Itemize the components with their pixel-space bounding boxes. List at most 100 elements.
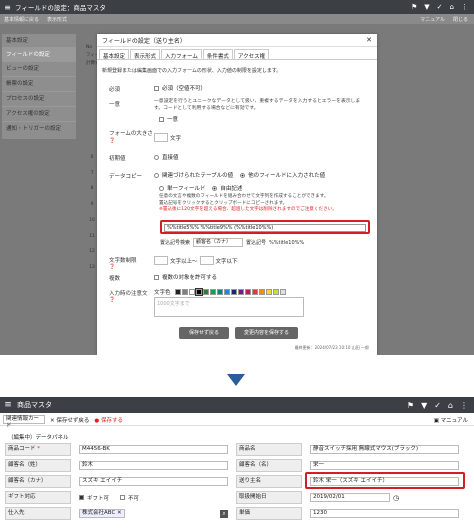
clock-icon[interactable]: ◷ <box>393 494 399 502</box>
unique-label: 一意 <box>109 102 121 108</box>
field-input[interactable]: M4456-BK <box>79 445 228 454</box>
manual-link[interactable]: マニュアル <box>420 16 445 23</box>
gift-ok-checkbox[interactable] <box>79 495 84 500</box>
copy-other-field-radio[interactable] <box>240 172 246 178</box>
filter-icon[interactable]: ▼ <box>424 3 429 11</box>
sidebar-item-process[interactable]: プロセスの設定 <box>2 92 76 107</box>
multiple-checkbox[interactable] <box>154 274 159 280</box>
init-radio[interactable] <box>154 154 159 160</box>
search-icon[interactable]: ⌕ <box>220 509 228 518</box>
field-input[interactable]: 1230 <box>310 509 459 518</box>
home-icon[interactable]: ⌂ <box>450 3 454 11</box>
field-cell: 2019/02/01 ◷ <box>302 491 467 504</box>
record-pin-icon[interactable]: ⚑ <box>407 401 414 410</box>
color-swatch[interactable] <box>251 289 258 295</box>
top-screenshot: ≡ フィールドの設定：商品マスタ ⚑ ▼ ✓ ⌂ ⋮ 基本情報に戻る 表示形式 … <box>0 0 474 355</box>
color-swatch[interactable] <box>237 289 244 295</box>
field-label: 取扱開始日 <box>236 491 302 504</box>
down-arrow-icon <box>227 374 245 386</box>
gift-ng-checkbox[interactable] <box>120 495 126 500</box>
color-swatch[interactable] <box>223 289 230 295</box>
sidebar-item-report[interactable]: 帳票の設定 <box>2 77 76 92</box>
sidebar-item-basic[interactable]: 基本設定 <box>2 34 76 48</box>
field-input[interactable]: スズキ エイイチ <box>79 477 228 486</box>
color-swatch[interactable] <box>188 289 195 295</box>
save-button[interactable]: 変更内容を保存する <box>235 327 298 339</box>
record-cancel-link[interactable]: ✕ 保存せず戻る <box>50 416 89 424</box>
sidebar: 基本設定 フィールドの設定 ビューの設定 帳票の設定 プロセスの設定 アクセス権… <box>2 34 76 139</box>
record-check-icon[interactable]: ✓ <box>434 401 441 410</box>
color-swatch[interactable] <box>181 289 188 295</box>
tab-display[interactable]: 表示形式 <box>130 49 161 60</box>
color-swatch[interactable] <box>202 289 209 295</box>
sidebar-item-field[interactable]: フィールドの設定 <box>2 48 76 62</box>
sidebar-item-view[interactable]: ビューの設定 <box>2 62 76 77</box>
color-swatch[interactable] <box>230 289 237 295</box>
color-swatch[interactable] <box>244 289 251 295</box>
field-cell: ギフト可 不可 <box>71 491 236 504</box>
sidebar-item-notify[interactable]: 通知・トリガーの設定 <box>2 122 76 137</box>
field-input[interactable]: 静音スイッチ採用 無線式マウス(ブラック) <box>310 445 459 454</box>
tab-condition[interactable]: 条件書式 <box>202 49 233 60</box>
single-field-radio[interactable] <box>159 185 164 191</box>
unique-checkbox[interactable] <box>159 116 164 122</box>
color-swatch[interactable] <box>209 289 216 295</box>
field-cell: M4456-BK <box>71 443 236 456</box>
field-input[interactable]: 2019/02/01 <box>310 493 390 502</box>
color-swatch[interactable] <box>216 289 223 295</box>
record-save-link[interactable]: ● 保存する <box>94 416 123 424</box>
hint-textarea[interactable]: 1000文字まで <box>154 297 304 317</box>
sidebar-item-access[interactable]: アクセス権の設定 <box>2 107 76 122</box>
record-filter-icon[interactable]: ▼ <box>421 401 427 410</box>
field-input[interactable]: 鈴木 <box>79 461 228 470</box>
menu-icon[interactable]: ≡ <box>3 3 12 12</box>
copy-value-highlight: %%title5%% %%title9%% (%%title10%%) <box>160 220 370 234</box>
form-size-input[interactable] <box>154 133 168 142</box>
record-menu-icon[interactable]: ≡ <box>3 400 13 410</box>
help-icon-3: ❓ <box>109 297 116 303</box>
record-app-bar: ≡ 商品マスタ ⚑ ▼ ✓ ⌂ ⋮ <box>0 397 474 413</box>
record-more-icon[interactable]: ⋮ <box>460 401 468 410</box>
tab-display[interactable]: 表示形式 <box>47 16 67 23</box>
record-home-icon[interactable]: ⌂ <box>448 401 453 410</box>
record-toolbar: 関連情報カード ✕ 保存せず戻る ● 保存する ▣ マニュアル <box>0 414 474 429</box>
color-swatch[interactable] <box>258 289 265 295</box>
color-swatch[interactable] <box>174 289 181 295</box>
tab-input-form[interactable]: 入力フォーム <box>161 49 202 60</box>
close-link[interactable]: 閉じる <box>453 16 468 23</box>
copy-related-radio[interactable] <box>154 172 159 178</box>
record-manual-link[interactable]: ▣ マニュアル <box>434 416 474 424</box>
check-icon[interactable]: ✓ <box>437 3 443 11</box>
symbol-value[interactable]: %%title10%% <box>269 240 304 246</box>
top-tabstrip: 基本情報に戻る 表示形式 マニュアル 閉じる <box>0 14 474 24</box>
record-row: ギフト対応 ギフト可 不可 取扱開始日 2019/02/01 ◷ <box>5 491 467 504</box>
top-title: フィールドの設定：商品マスタ <box>15 4 106 12</box>
more-icon[interactable]: ⋮ <box>461 3 468 11</box>
color-swatch[interactable] <box>194 288 203 296</box>
field-input[interactable]: 栄一 <box>310 461 459 470</box>
color-swatch[interactable] <box>272 289 279 295</box>
symbol-search-input[interactable]: 顧客名（カナ） <box>193 238 244 247</box>
cancel-button[interactable]: 保存せず戻る <box>179 327 229 339</box>
color-swatch[interactable] <box>279 289 286 295</box>
dialog-close-icon[interactable]: ✕ <box>366 36 372 44</box>
field-cell: スズキ エイイチ <box>71 475 236 488</box>
field-cell: 鈴木 <box>71 459 236 472</box>
free-text-radio[interactable] <box>212 185 218 191</box>
field-label: 顧客名（名） <box>236 459 302 472</box>
tab-access[interactable]: アクセス権 <box>233 49 270 60</box>
copy-desc: 任意の文言や複数のフィールドを組み合わせて文字列を作成することができます。 置込… <box>159 194 337 212</box>
max-length-input[interactable] <box>199 256 214 265</box>
related-card-select[interactable]: 関連情報カード <box>3 415 45 429</box>
tab-basic[interactable]: 基本設定 <box>99 49 130 60</box>
color-swatch[interactable] <box>265 289 272 295</box>
field-label: 商品コード * <box>5 443 71 456</box>
copy-value-input[interactable]: %%title5%% %%title9%% (%%title10%%) <box>164 224 366 232</box>
supplier-tag[interactable]: 株式会社ABC ✕ <box>79 509 125 518</box>
min-length-input[interactable] <box>154 256 168 265</box>
tab-back-basic[interactable]: 基本情報に戻る <box>4 16 39 23</box>
field-cell: 株式会社ABC ✕ ⌕ <box>71 507 236 520</box>
record-row: 顧客名（カナ） スズキ エイイチ 送り主名 鈴木 栄一（スズキ エイイチ） <box>5 472 467 489</box>
pin-icon[interactable]: ⚑ <box>411 3 417 11</box>
required-checkbox[interactable] <box>154 85 159 91</box>
